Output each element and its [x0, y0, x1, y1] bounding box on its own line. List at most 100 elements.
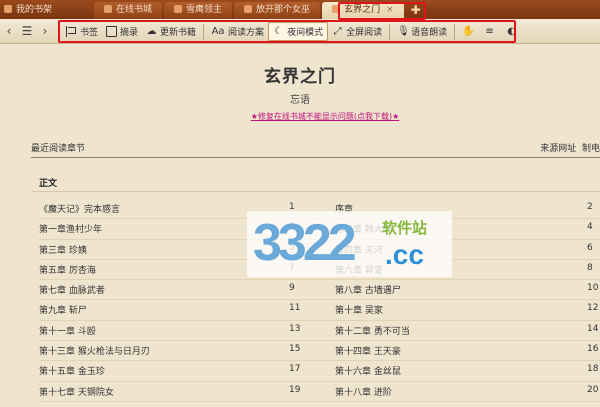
menu-icon[interactable]: ☰ — [18, 20, 36, 42]
page-number: 17 — [289, 364, 301, 375]
voice-read-button[interactable]: 🎙 语音朗读 — [393, 22, 451, 41]
row-divider — [39, 319, 600, 321]
chapter-link[interactable]: 第十八章 进阶 20 — [335, 385, 600, 398]
tab-bookshelf[interactable]: 我的书架 — [0, 2, 62, 19]
new-tab-icon[interactable]: ✚ — [406, 2, 426, 19]
expand-icon: ⤢ — [333, 26, 342, 37]
toc-row: 第十三章 猴火枪法与日月刃 15 第十四章 王天豪 16 — [39, 344, 600, 364]
store-icon — [104, 5, 113, 13]
page-number: 11 — [289, 303, 301, 314]
row-divider — [39, 360, 600, 362]
chapter-link[interactable]: 第十五章 金玉珍 17 — [39, 364, 300, 378]
microphone-icon: 🎙 — [397, 26, 410, 37]
chapter-title: 第九章 斩尸 — [39, 306, 87, 317]
chapter-link[interactable]: 第十三章 猴火枪法与日月刃 15 — [39, 344, 300, 357]
page-number: 10 — [587, 283, 599, 294]
source-info: 来源网址 制电 — [540, 141, 600, 154]
row-divider — [39, 279, 600, 281]
row-divider — [39, 380, 600, 382]
bookmark-icon — [66, 26, 77, 37]
watermark-text: 软件站 — [382, 219, 428, 237]
book-icon — [332, 5, 341, 13]
contrast-button[interactable]: ◐ — [502, 22, 524, 41]
toc-row: 第十五章 金玉珍 17 第十六章 金丝鼠 18 — [39, 364, 600, 384]
close-icon[interactable]: × — [386, 5, 394, 15]
page-number: 4 — [587, 222, 593, 233]
book-title: 玄界之门 — [264, 67, 336, 87]
hand-icon: ✋ — [462, 26, 475, 37]
reading-scheme-button[interactable]: Aa 阅读方案 — [207, 22, 268, 41]
site-watermark: 3322 软件站 .cc — [247, 211, 452, 277]
cloud-refresh-icon: ☁ — [146, 26, 157, 37]
chapter-title: 第十章 吴家 — [335, 306, 383, 317]
chapter-link[interactable]: 第八章 古墙遇尸 10 — [335, 283, 600, 296]
watermark-digits: 3322 — [253, 214, 357, 272]
chapter-title: 第七章 血脉武者 — [39, 286, 105, 297]
chapter-link[interactable]: 第十章 吴家 12 — [335, 303, 600, 316]
chapter-title: 第三章 珍姨 — [39, 245, 87, 256]
page-number: 2 — [587, 202, 593, 212]
toolbar: ‹ ☰ › 书签 摘录 ☁ 更新书籍 Aa 阅读方案 ☾ 夜间模式 ⤢ 全屏阅读 🎙 语音… — [0, 19, 600, 44]
row-divider — [39, 299, 600, 301]
tab-book-current[interactable]: 玄界之门 × — [322, 2, 404, 19]
chapter-link[interactable]: 第十一章 斗殴 13 — [39, 324, 300, 337]
chapter-link[interactable]: 第十七章 天钢院女 19 — [39, 385, 300, 398]
chapter-link[interactable]: 第七章 血脉武者 9 — [39, 283, 296, 296]
source-url-label: 来源网址 — [540, 144, 577, 154]
page-number: 18 — [587, 364, 599, 375]
chapter-title: 第五章 厉杏海 — [39, 265, 96, 276]
bookshelf-icon — [4, 5, 12, 13]
chapter-title: 第十二章 勇不可当 — [335, 326, 410, 337]
watermark-domain: .cc — [385, 239, 424, 270]
chapter-title: 《魔天记》完本感言 — [39, 205, 121, 215]
night-mode-button[interactable]: ☾ 夜间模式 — [268, 22, 329, 41]
section-title: 正文 — [39, 179, 58, 189]
chapter-link[interactable]: 第十六章 金丝鼠 18 — [335, 364, 600, 377]
excerpt-button[interactable]: 摘录 — [102, 22, 142, 41]
chapter-title: 第十五章 金玉珍 — [39, 367, 105, 378]
chapter-title: 第十八章 进阶 — [335, 387, 392, 398]
fullscreen-button[interactable]: ⤢ 全屏阅读 — [328, 22, 386, 41]
tab-online-store[interactable]: 在线书城 — [94, 2, 163, 19]
tab-book-xueying[interactable]: 雪鹰领主 — [164, 2, 233, 19]
chapter-link[interactable]: 第十四章 王天豪 16 — [335, 344, 600, 357]
list-icon: ≡ — [485, 26, 494, 37]
book-icon — [174, 5, 183, 13]
book-author: 忘语 — [290, 95, 310, 106]
toc-row: 第七章 血脉武者 9 第八章 古墙遇尸 10 — [39, 283, 600, 303]
chapter-title: 第十七章 天钢院女 — [39, 387, 114, 398]
contents-button[interactable]: ≡ — [480, 22, 502, 41]
tab-book-witch[interactable]: 放开那个女巫 — [234, 2, 321, 19]
page-number: 14 — [587, 323, 599, 334]
page-number: 8 — [587, 262, 593, 273]
page-number: 13 — [289, 323, 301, 334]
back-icon[interactable]: ‹ — [0, 20, 18, 42]
chapter-title: 第八章 古墙遇尸 — [335, 286, 401, 297]
chapter-link[interactable]: 第九章 斩尸 11 — [39, 303, 300, 317]
notice-link[interactable]: ★修复在线书城不能显示问题(点我下载)★ — [0, 111, 600, 122]
page-number: 19 — [289, 384, 301, 395]
page-number: 12 — [587, 303, 599, 314]
page-number: 16 — [587, 344, 599, 355]
chapter-title: 第十六章 金丝鼠 — [335, 367, 401, 378]
forward-icon[interactable]: › — [36, 20, 54, 42]
chapter-title: 第十四章 王天豪 — [335, 347, 401, 358]
recent-chapter-label: 最近阅读章节 — [31, 144, 86, 154]
hand-tool-button[interactable]: ✋ — [458, 22, 480, 41]
toolbar-divider — [203, 23, 205, 40]
toolbar-actions: 书签 摘录 ☁ 更新书籍 Aa 阅读方案 ☾ 夜间模式 ⤢ 全屏阅读 🎙 语音朗读 ✋ ≡ — [62, 19, 524, 44]
divider — [31, 157, 600, 158]
row-divider — [39, 340, 600, 342]
book-icon — [244, 5, 253, 13]
bookmark-button[interactable]: 书签 — [62, 22, 102, 41]
divider — [31, 191, 600, 192]
contrast-icon: ◐ — [507, 26, 516, 37]
chapter-title: 第一章渔村少年 — [39, 225, 103, 236]
row-divider — [39, 400, 600, 402]
toc-row: 第十七章 天钢院女 19 第十八章 进阶 20 — [39, 385, 600, 405]
update-button[interactable]: ☁ 更新书籍 — [142, 22, 200, 41]
toolbar-divider — [454, 23, 456, 40]
font-icon: Aa — [211, 26, 225, 37]
chapter-link[interactable]: 第十二章 勇不可当 14 — [335, 324, 600, 337]
maker-label: 制电 — [581, 144, 600, 154]
